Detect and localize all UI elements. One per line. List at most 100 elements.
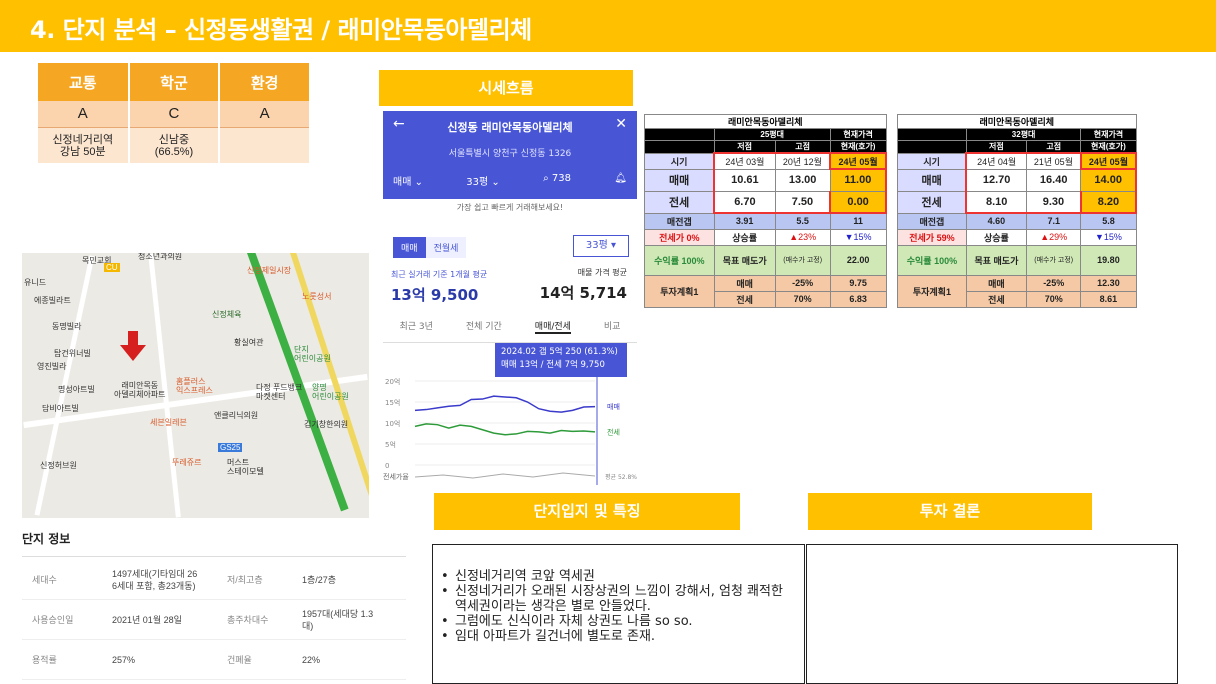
map-label: 탑건위너빌	[54, 349, 91, 358]
rating-grade-environment: A	[219, 101, 311, 128]
toggle-trade[interactable]: 매매	[393, 237, 426, 258]
rating-note-school: 신남중 (66.5%)	[128, 127, 221, 163]
filter-trade[interactable]: 매매 ⌄	[393, 173, 423, 188]
ratio-label: 전세가 0%	[644, 228, 715, 246]
cell: 11	[829, 212, 887, 230]
period-tab[interactable]: 비교	[604, 319, 621, 334]
map-label: CU	[104, 263, 120, 272]
cell: 9.30	[1025, 190, 1082, 214]
bell-icon[interactable]: 🔔︎	[614, 173, 627, 188]
y-tick-label: 20억	[385, 378, 400, 386]
location-marker-icon	[120, 331, 146, 361]
target-value: 22.00	[829, 244, 887, 276]
row-label: 시기	[897, 152, 967, 170]
size-select[interactable]: 33평 ▾	[573, 235, 629, 257]
period-tab[interactable]: 전체 기간	[466, 319, 502, 334]
filter-size-label: 33평	[466, 177, 489, 188]
filter-size[interactable]: 33평 ⌄	[466, 173, 500, 188]
table-size: 32평대	[965, 128, 1082, 141]
price-table-32: 래미안목동아델리체 32평대 현재가격 저점 고점 현재(호가) 시기 24년 04월 2…	[897, 114, 1138, 308]
cell: 14.00	[1080, 168, 1138, 192]
rating-table: 교통 학군 환경 A C A 신정네거리역 강남 50분 신남중 (66.5%)	[38, 63, 311, 163]
rating-header-school: 학군	[128, 63, 221, 101]
page-title: 4. 단지 분석 – 신정동생활권 / 래미안목동아델리체	[30, 16, 532, 44]
map-label-complex: 래미안목동 아델리체아파트	[114, 381, 166, 399]
plan-label: 투자계획1	[644, 274, 715, 308]
type-toggle: 매매 전월세	[393, 237, 467, 258]
y-tick-label: 15억	[385, 399, 400, 407]
cell: 70%	[1025, 290, 1082, 308]
cell: 전세	[965, 290, 1028, 308]
title-banner: 4. 단지 분석 – 신정동생활권 / 래미안목동아델리체	[0, 0, 1216, 52]
info-key: 건폐율	[227, 655, 252, 665]
table-title: 래미안목동아델리체	[897, 114, 1137, 129]
row-label: 전세	[897, 190, 967, 214]
rating-grade-transport: A	[38, 101, 130, 128]
cell: 12.30	[1080, 274, 1137, 292]
col-high: 고점	[1025, 140, 1082, 154]
rating-note-transport: 신정네거리역 강남 50분	[38, 127, 130, 163]
feature-item: 그럼에도 신식이라 자체 상권도 나름 so so.	[441, 614, 796, 629]
y-tick-label: 0	[385, 462, 389, 470]
info-key: 용적률	[32, 655, 57, 665]
info-key: 저/최고층	[227, 575, 263, 585]
info-value: 1층/27층	[302, 574, 337, 585]
row-label: 매매	[897, 168, 967, 192]
filter-search[interactable]: ⌕ 738	[543, 173, 571, 188]
avg-label: 최근 실거래 기준 1개월 평균	[391, 270, 488, 279]
target-label: 목표 매도가	[713, 244, 776, 276]
ratio-line	[414, 472, 596, 479]
col-low: 저점	[965, 140, 1028, 154]
info-value: 257%	[112, 654, 136, 665]
cell: 5.5	[774, 212, 831, 230]
search-icon: ⌕	[543, 173, 549, 184]
map-label: 단지 어린이공원	[294, 345, 331, 363]
avg-value: 13억 9,500	[391, 286, 479, 304]
close-icon[interactable]: ✕	[615, 116, 627, 132]
info-value: 2021년 01월 28일	[112, 614, 182, 625]
price-table-25: 래미안목동아델리체 25평대 현재가격 저점 고점 현재(호가) 시기 24년 03월 2…	[644, 114, 887, 308]
cell: 0.00	[829, 191, 887, 214]
map-label: 노룻성서	[302, 292, 332, 301]
app-address: 서울특별시 양천구 신정동 1326	[448, 149, 572, 159]
info-row: 세대수 1497세대(기타임대 26 6세대 포함, 총23개동) 저/최고층 …	[22, 560, 406, 600]
complex-info-title: 단지 정보	[22, 532, 71, 546]
info-key: 총주차대수	[227, 615, 269, 625]
map-label: 담비아트빌	[42, 404, 79, 413]
tooltip-line: 2024.02 갭 5억 250 (61.3%)	[501, 347, 618, 357]
cell: 6.70	[713, 190, 776, 214]
cell: 8.61	[1080, 290, 1137, 308]
legend-label: 전세	[607, 427, 620, 436]
toggle-rent[interactable]: 전월세	[425, 237, 467, 258]
tooltip-line: 매매 13억 / 전세 7억 9,750	[501, 360, 605, 370]
cell: 16.40	[1025, 168, 1082, 192]
features-box: 신정네거리역 코앞 역세권 신정네거리가 오래된 시장상권의 느낌이 강해서, …	[432, 544, 805, 684]
rating-header-environment: 환경	[219, 63, 311, 101]
price-chart[interactable]: 20억 15억 10억 5억 0 매매전세전세가율 평균 52.8%	[383, 375, 637, 491]
feature-item: 신정네거리가 오래된 시장상권의 느낌이 강해서, 엄청 쾌적한 역세권이라는 …	[441, 584, 796, 614]
chart-tooltip: 2024.02 갭 5억 250 (61.3%) 매매 13억 / 전세 7억 …	[495, 343, 627, 377]
location-map[interactable]: 목민교회 청소년과의원 유니드 에종빌라트 동명빌라 탑건위너빌 영진빌라 명성…	[22, 253, 369, 518]
rating-note-environment	[219, 127, 311, 163]
period-tabs: 최근 3년 전체 기간 매매/전세 비교	[383, 319, 637, 343]
map-label: 세븐일레븐	[150, 418, 187, 427]
yield: 수익률 100%	[644, 244, 715, 276]
size-select-label: 33평	[585, 240, 608, 251]
rating-header-transport: 교통	[38, 63, 130, 101]
col-now: 현재(호가)	[1080, 140, 1137, 154]
complex-info-grid: 세대수 1497세대(기타임대 26 6세대 포함, 총23개동) 저/최고층 …	[22, 560, 406, 680]
filter-count: 738	[551, 173, 571, 184]
ratio-label: 전세가 59%	[897, 228, 967, 246]
map-label: 뚜레쥬르	[172, 458, 202, 467]
info-value: 22%	[302, 654, 321, 665]
app-note: 가장 쉽고 빠르게 거래해보세요!	[456, 203, 564, 212]
legend-label: 매매	[607, 403, 620, 411]
cell: 9.75	[829, 274, 887, 292]
cell: 24년 05월	[829, 152, 887, 170]
cell: 7.50	[774, 190, 831, 214]
app-filter-bar: 매매 ⌄ 33평 ⌄ ⌕ 738 🔔︎	[383, 173, 637, 188]
period-tab-selected[interactable]: 매매/전세	[534, 319, 571, 334]
cell: 5.8	[1080, 212, 1137, 230]
map-label: 신정허브원	[40, 461, 77, 470]
period-tab[interactable]: 최근 3년	[399, 319, 432, 334]
